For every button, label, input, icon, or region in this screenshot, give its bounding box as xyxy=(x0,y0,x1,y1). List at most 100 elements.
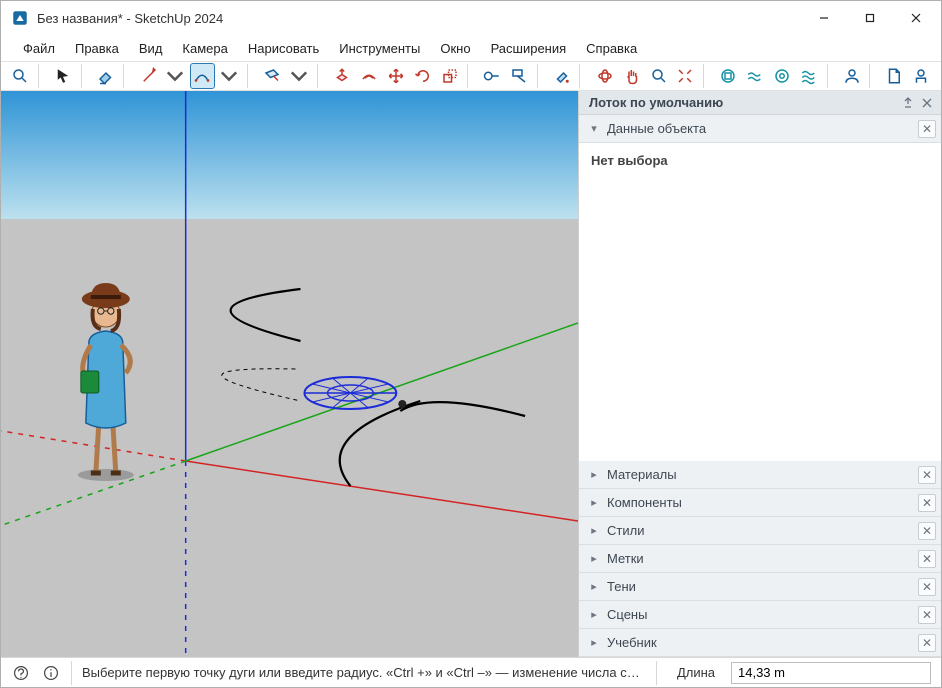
panel-close-button[interactable]: ✕ xyxy=(918,120,936,138)
tool-move-button[interactable] xyxy=(383,63,408,89)
tool-style-wave-2-button[interactable] xyxy=(797,63,822,89)
tool-paint-button[interactable] xyxy=(549,63,574,89)
panel-label: Данные объекта xyxy=(607,121,918,136)
panel-close-button[interactable]: ✕ xyxy=(918,494,936,512)
entity-info-empty-text: Нет выбора xyxy=(591,153,668,168)
model-viewport[interactable] xyxy=(1,91,578,657)
menu-file[interactable]: Файл xyxy=(13,38,65,59)
tool-warehouse-button[interactable] xyxy=(716,63,741,89)
tool-scale-button[interactable] xyxy=(437,63,462,89)
tool-pan-button[interactable] xyxy=(619,63,644,89)
status-info-icon[interactable] xyxy=(41,663,61,683)
tool-shape-dropdown[interactable] xyxy=(287,63,312,89)
window-minimize-button[interactable] xyxy=(801,3,847,33)
tray-title-label: Лоток по умолчанию xyxy=(589,95,723,110)
status-bar: Выберите первую точку дуги или введите р… xyxy=(1,657,941,687)
chevron-right-icon: ▸ xyxy=(587,580,601,593)
panel-close-button[interactable]: ✕ xyxy=(918,606,936,624)
menu-window[interactable]: Окно xyxy=(430,38,480,59)
chevron-right-icon: ▸ xyxy=(587,608,601,621)
menu-view[interactable]: Вид xyxy=(129,38,173,59)
tool-line-dropdown[interactable] xyxy=(163,63,188,89)
menu-bar: Файл Правка Вид Камера Нарисовать Инстру… xyxy=(1,35,941,61)
panel-header-materials[interactable]: ▸ Материалы ✕ xyxy=(579,461,941,489)
tool-select-button[interactable] xyxy=(51,63,76,89)
panel-label: Компоненты xyxy=(607,495,918,510)
app-icon xyxy=(11,9,29,27)
tool-zoom-button[interactable] xyxy=(646,63,671,89)
tool-account-button[interactable] xyxy=(909,63,934,89)
tool-rotate-button[interactable] xyxy=(410,63,435,89)
toolbar-separator xyxy=(827,64,835,88)
panel-header-tags[interactable]: ▸ Метки ✕ xyxy=(579,545,941,573)
tool-offset-button[interactable] xyxy=(356,63,381,89)
tool-style-wave-button[interactable] xyxy=(743,63,768,89)
menu-help[interactable]: Справка xyxy=(576,38,647,59)
toolbar-separator xyxy=(537,64,545,88)
tray-close-icon[interactable] xyxy=(919,95,935,111)
tool-user-button[interactable] xyxy=(839,63,864,89)
chevron-right-icon: ▸ xyxy=(587,496,601,509)
tool-extension-manager-button[interactable] xyxy=(770,63,795,89)
window-title: Без названия* - SketchUp 2024 xyxy=(37,11,801,26)
tool-arc-dropdown[interactable] xyxy=(217,63,242,89)
app-window: Без названия* - SketchUp 2024 Файл Правк… xyxy=(0,0,942,688)
status-help-icon[interactable] xyxy=(11,663,31,683)
panel-label: Материалы xyxy=(607,467,918,482)
tool-zoom-extents-button[interactable] xyxy=(673,63,698,89)
panel-header-instructor[interactable]: ▸ Учебник ✕ xyxy=(579,629,941,657)
panel-body-entity-info: Нет выбора xyxy=(579,143,941,178)
measurement-input[interactable] xyxy=(731,662,931,684)
tray-pin-icon[interactable] xyxy=(900,95,916,111)
tool-orbit-button[interactable] xyxy=(592,63,617,89)
ground xyxy=(1,219,578,657)
panel-header-shadows[interactable]: ▸ Тени ✕ xyxy=(579,573,941,601)
toolbar-separator xyxy=(81,64,89,88)
panel-close-button[interactable]: ✕ xyxy=(918,634,936,652)
tool-eraser-button[interactable] xyxy=(93,63,118,89)
panel-header-components[interactable]: ▸ Компоненты ✕ xyxy=(579,489,941,517)
tool-rectangle-button[interactable] xyxy=(260,63,285,89)
tool-arc-button[interactable] xyxy=(190,63,215,89)
toolbar-separator xyxy=(317,64,325,88)
status-hint-text: Выберите первую точку дуги или введите р… xyxy=(82,665,646,680)
toolbar-separator xyxy=(703,64,711,88)
window-close-button[interactable] xyxy=(893,3,939,33)
arc-tool-start-point xyxy=(398,400,406,408)
scene-canvas xyxy=(1,91,578,657)
menu-edit[interactable]: Правка xyxy=(65,38,129,59)
chevron-right-icon: ▸ xyxy=(587,524,601,537)
panel-close-button[interactable]: ✕ xyxy=(918,578,936,596)
sky xyxy=(1,91,578,221)
tool-new-doc-button[interactable] xyxy=(882,63,907,89)
status-separator xyxy=(71,661,72,685)
menu-tools[interactable]: Инструменты xyxy=(329,38,430,59)
menu-camera[interactable]: Камера xyxy=(172,38,237,59)
panel-header-styles[interactable]: ▸ Стили ✕ xyxy=(579,517,941,545)
panel-label: Метки xyxy=(607,551,918,566)
toolbar-separator xyxy=(123,64,131,88)
chevron-right-icon: ▸ xyxy=(587,636,601,649)
panel-header-entity-info[interactable]: ▾ Данные объекта ✕ xyxy=(579,115,941,143)
panel-close-button[interactable]: ✕ xyxy=(918,466,936,484)
menu-draw[interactable]: Нарисовать xyxy=(238,38,329,59)
tool-text-button[interactable] xyxy=(507,63,532,89)
tool-search-button[interactable] xyxy=(8,63,33,89)
status-measure-label: Длина xyxy=(667,665,721,680)
toolbar-separator xyxy=(38,64,46,88)
panel-close-button[interactable]: ✕ xyxy=(918,550,936,568)
title-bar: Без названия* - SketchUp 2024 xyxy=(1,1,941,35)
tool-line-button[interactable] xyxy=(136,63,161,89)
panel-header-scenes[interactable]: ▸ Сцены ✕ xyxy=(579,601,941,629)
panel-close-button[interactable]: ✕ xyxy=(918,522,936,540)
chevron-right-icon: ▸ xyxy=(587,552,601,565)
panel-label: Тени xyxy=(607,579,918,594)
toolbar-separator xyxy=(467,64,475,88)
window-maximize-button[interactable] xyxy=(847,3,893,33)
tool-tape-button[interactable] xyxy=(480,63,505,89)
tray-titlebar[interactable]: Лоток по умолчанию xyxy=(579,91,941,115)
chevron-down-icon: ▾ xyxy=(587,122,601,135)
tool-pushpull-button[interactable] xyxy=(329,63,354,89)
menu-extensions[interactable]: Расширения xyxy=(481,38,577,59)
toolbar-separator xyxy=(247,64,255,88)
